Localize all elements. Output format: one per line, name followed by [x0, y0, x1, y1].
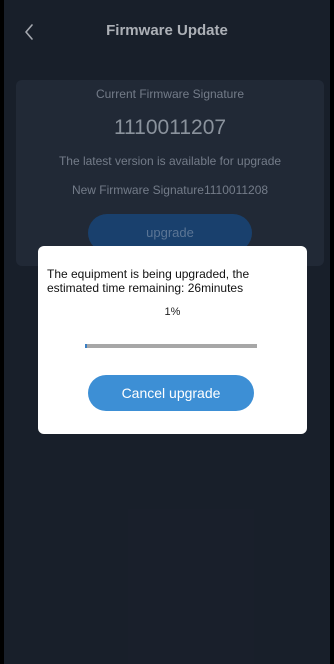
upgrade-progress-dialog: The equipment is being upgraded, the est… — [38, 246, 307, 434]
cancel-upgrade-button[interactable]: Cancel upgrade — [88, 375, 254, 411]
upgrade-message: The equipment is being upgraded, the est… — [47, 267, 250, 295]
progress-bar-fill — [85, 344, 88, 348]
screen: Firmware Update Current Firmware Signatu… — [4, 0, 330, 664]
progress-percent: 1% — [164, 306, 181, 318]
progress-bar — [85, 344, 257, 348]
